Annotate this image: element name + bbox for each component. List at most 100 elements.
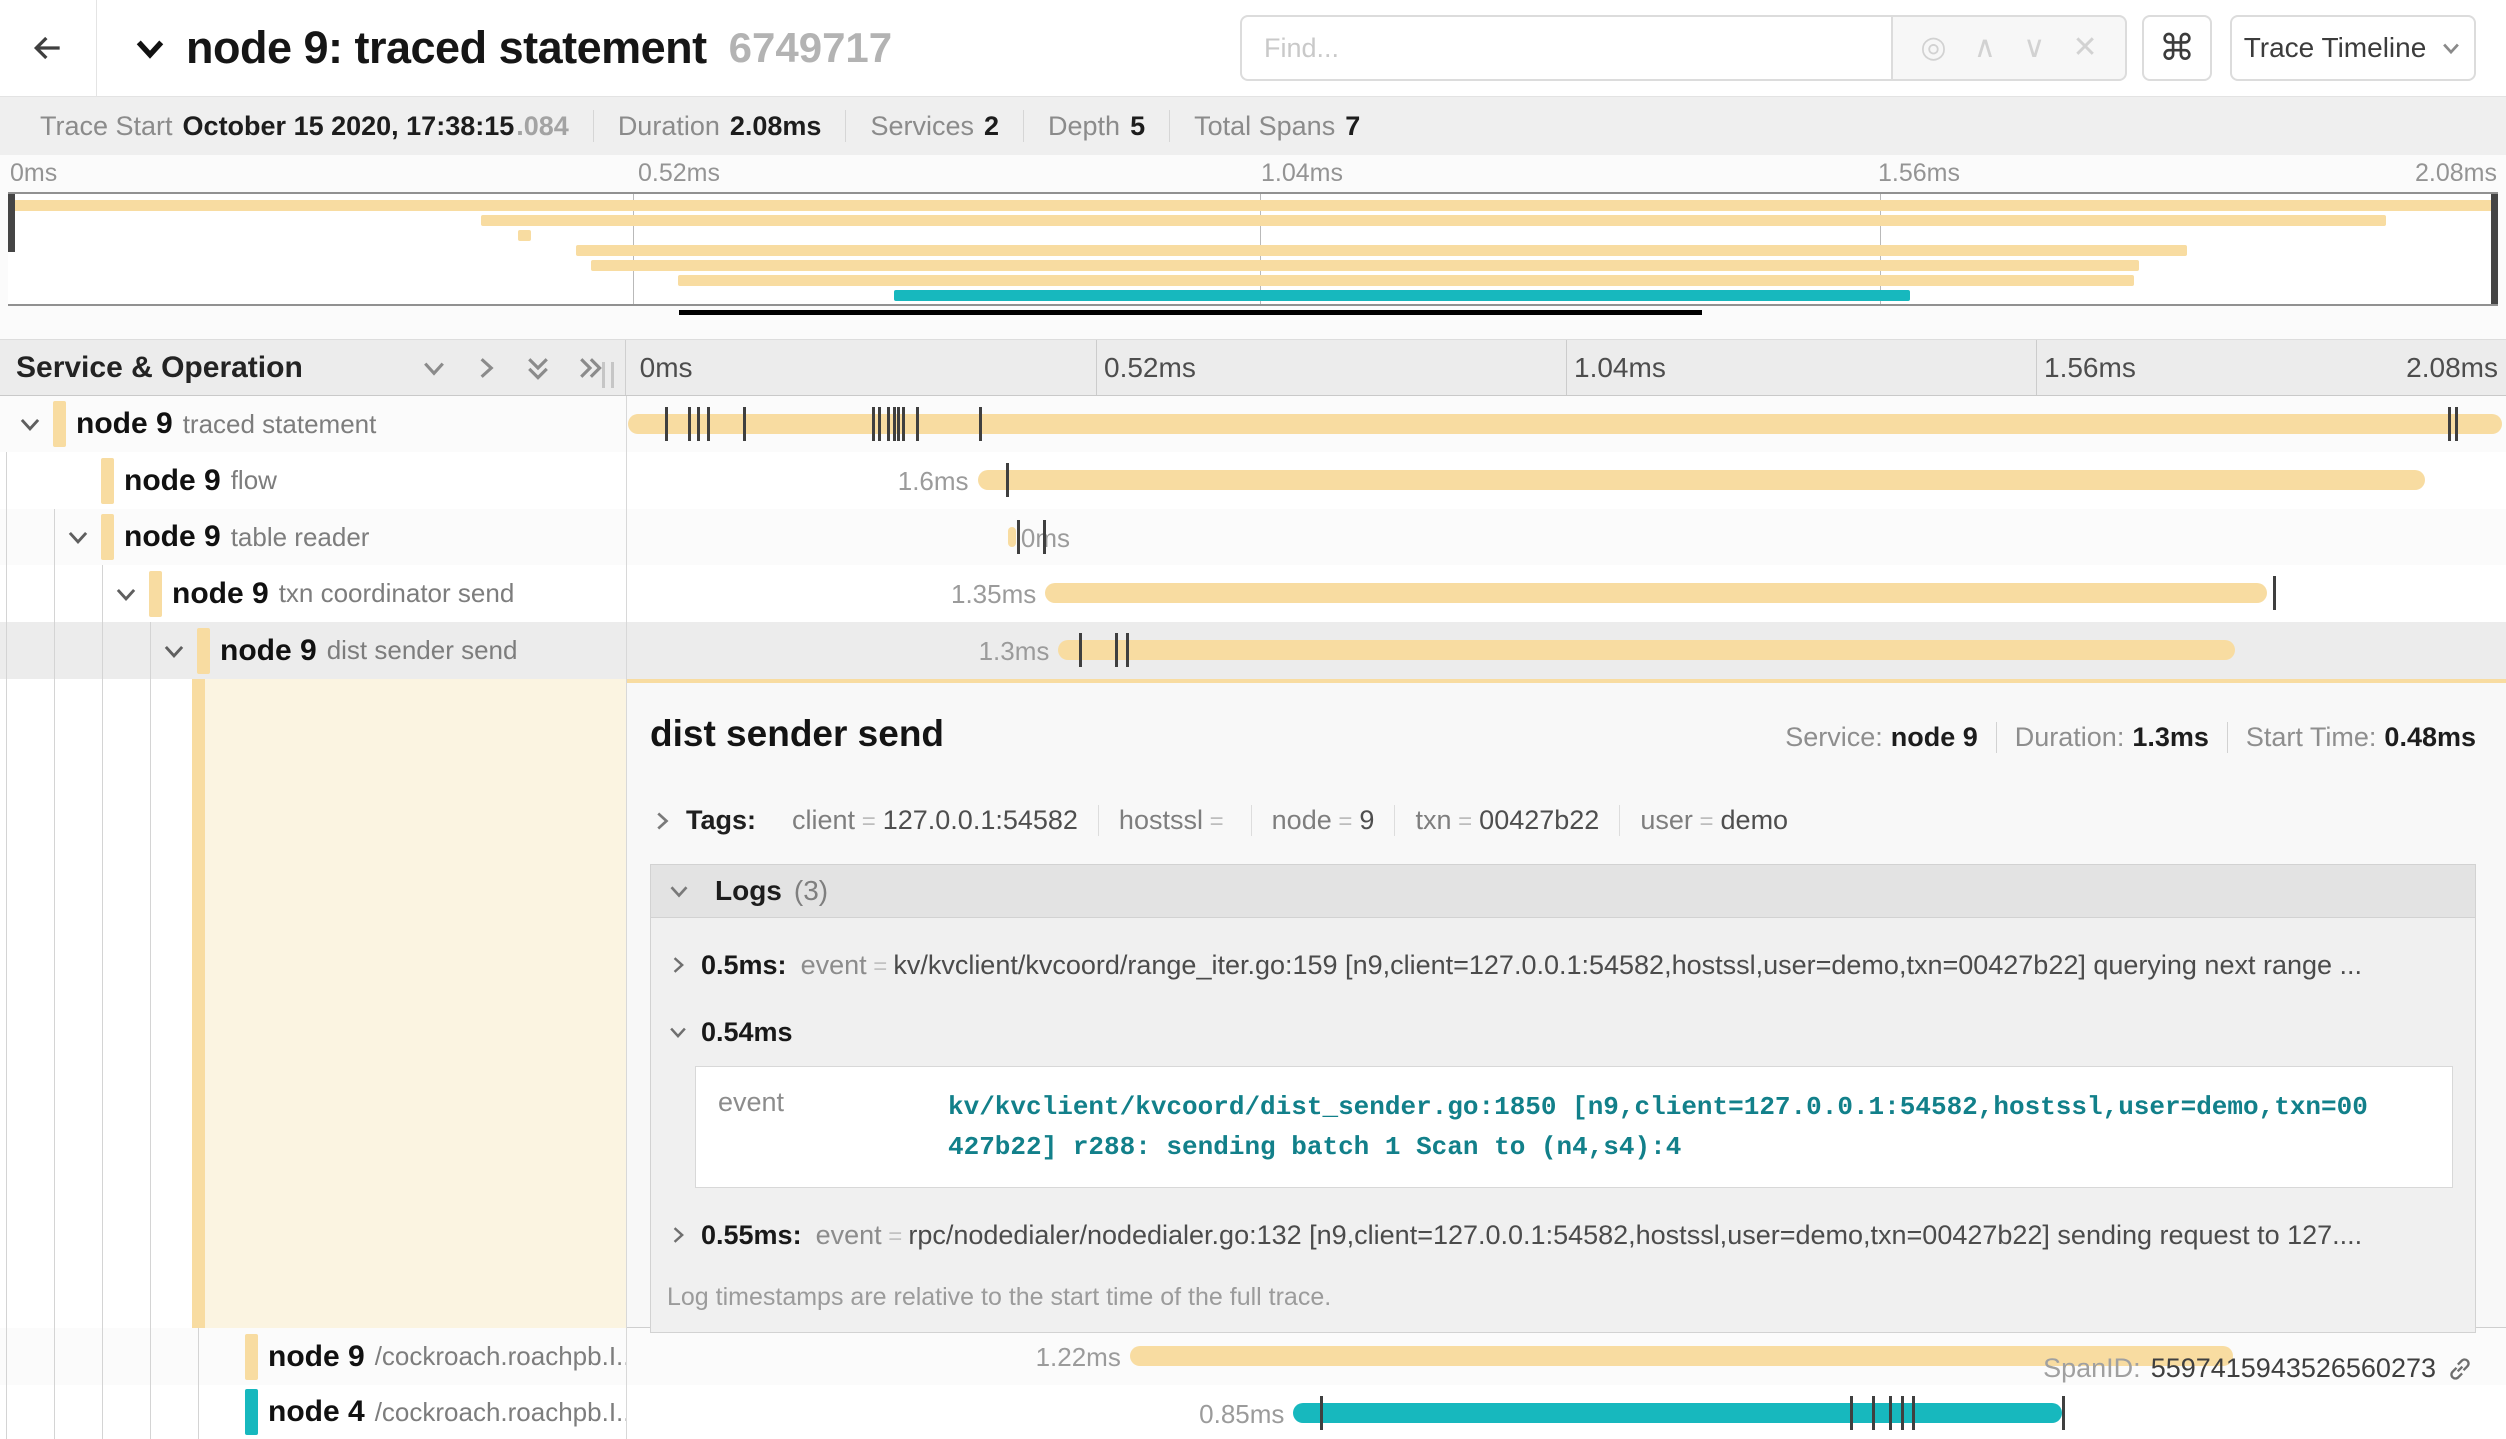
log-marker-tick [902,407,905,441]
span-service: node 9 [220,634,317,668]
log-marker-tick [1912,1396,1915,1430]
span-id-row: SpanID: 5597415943526560273 [650,1353,2476,1384]
tree-header-controls [420,354,604,382]
log-marker-tick [1079,633,1082,667]
minimap-span [8,200,2498,211]
minimap-span [481,215,2386,226]
log-entry-1[interactable]: 0.5ms: event kv/kvclient/kvcoord/range_i… [651,926,2475,987]
minimap-left-drag-handle[interactable] [8,194,15,252]
log-field-value: kv/kvclient/kvcoord/dist_sender.go:1850 … [948,1087,2368,1167]
span-id-label: SpanID: [2043,1353,2141,1384]
span-row-flow[interactable]: node 9 flow 1.6ms [0,452,2506,509]
prev-result-icon[interactable]: ∧ [1974,33,1996,63]
ruler-tick-label: 1.56ms [2036,352,2136,384]
span-bar[interactable] [1058,640,2235,660]
span-service: node 9 [268,1340,365,1374]
minimap-tick-label: 1.04ms [1261,159,1343,188]
chevron-down-icon[interactable] [16,411,43,437]
minimap-span [576,245,2187,256]
indent-guide [54,509,55,1439]
pane-divider[interactable] [626,396,627,1439]
span-service: node 9 [76,407,173,441]
span-detail-title: dist sender send [650,713,944,755]
detail-start-time: Start Time: 0.48ms [2228,722,2476,753]
span-row-traced-statement[interactable]: node 9 traced statement [0,396,2506,452]
keyboard-shortcuts-button[interactable]: ⌘ [2142,15,2212,81]
log-time: 0.5ms: [701,950,787,981]
log-field-key: event [718,1087,948,1167]
span-service: node 9 [172,577,269,611]
log-marker-tick [916,407,919,441]
log-marker-tick [1901,1396,1904,1430]
trace-summary-bar: Trace Start October 15 2020, 17:38:15.08… [0,97,2506,155]
log-marker-tick [2062,1396,2065,1430]
log-marker-tick [878,407,881,441]
trace-minimap: 0ms 0.52ms 1.04ms 1.56ms 2.08ms [0,155,2506,339]
summary-duration: Duration 2.08ms [594,110,847,142]
logs-count: (3) [794,875,828,907]
log-marker-tick [2448,407,2451,441]
expanded-span-color-stripe [192,679,205,1328]
log-marker-tick [1872,1396,1875,1430]
log-summary: kv/kvclient/kvcoord/range_iter.go:159 [n… [893,950,2362,981]
link-icon[interactable] [2446,1355,2474,1383]
minimap-ruler: 0ms 0.52ms 1.04ms 1.56ms 2.08ms [0,157,2506,191]
chevron-right-icon [667,954,689,976]
span-bar[interactable] [1293,1403,2062,1423]
collapse-one-icon[interactable] [420,354,448,382]
span-color-bar [245,1334,258,1380]
chevron-down-icon[interactable] [112,581,139,607]
span-bar[interactable] [1045,583,2267,603]
span-operation: table reader [231,522,370,553]
arrow-left-icon [28,28,68,68]
app-header: node 9: traced statement 6749717 ◎ ∧ ∨ ✕… [0,0,2506,97]
span-row-txn-coordinator-send[interactable]: node 9 txn coordinator send 1.35ms [0,565,2506,622]
detail-duration: Duration: 1.3ms [1997,722,2228,753]
chevron-down-icon [667,1021,689,1043]
log-marker-tick [707,407,710,441]
chevron-down-icon[interactable] [160,638,187,664]
tag-client: client127.0.0.1:54582 [772,805,1099,836]
find-input[interactable] [1240,15,1891,81]
log-marker-tick [893,407,896,441]
minimap-scroll-indicator[interactable] [679,310,1701,315]
logs-header[interactable]: Logs (3) [650,864,2476,918]
clear-search-icon[interactable]: ✕ [2073,33,2098,63]
column-resize-grip[interactable] [602,362,614,388]
summary-trace-start: Trace Start October 15 2020, 17:38:15.08… [16,110,594,142]
log-key: event [816,1220,903,1251]
span-bar[interactable] [628,414,2502,434]
trace-view-selector[interactable]: Trace Timeline [2230,15,2476,81]
span-row-dist-sender-send[interactable]: node 9 dist sender send 1.3ms [0,622,2506,679]
span-color-bar [53,401,66,447]
log-marker-tick [1889,1396,1892,1430]
collapse-all-icon[interactable] [524,354,552,382]
back-button[interactable] [0,0,97,96]
tree-column-header: Service & Operation [0,340,626,395]
span-row-node4-grpc[interactable]: node 4 /cockroach.roachpb.I... 0.85ms [0,1385,2506,1439]
find-result-controls: ◎ ∧ ∨ ✕ [1891,15,2127,81]
minimap-right-drag-handle[interactable] [2491,194,2498,304]
tags-toggle-row[interactable]: Tags: client127.0.0.1:54582 hostssl node… [650,805,2476,836]
collapse-trace-chevron-icon[interactable] [132,30,168,66]
span-row-table-reader[interactable]: node 9 table reader 0ms [0,509,2506,565]
span-color-bar [149,571,162,617]
next-result-icon[interactable]: ∨ [2023,33,2045,63]
timeline-column-header: Service & Operation 0ms [0,339,2506,396]
expand-one-icon[interactable] [472,354,500,382]
logs-list: 0.5ms: event kv/kvclient/kvcoord/range_i… [650,918,2476,1333]
minimap-viewport[interactable] [8,192,2498,306]
span-bar[interactable] [1008,527,1016,547]
span-bar[interactable] [978,470,2426,490]
expand-all-icon[interactable] [576,354,604,382]
locate-icon[interactable]: ◎ [1920,33,1946,63]
chevron-right-icon [650,809,674,833]
log-marker-tick [2273,576,2276,610]
chevron-right-icon [667,1224,689,1246]
log-entry-2[interactable]: 0.54ms [651,987,2475,1054]
indent-guide [198,1328,199,1439]
log-marker-tick [872,407,875,441]
chevron-down-icon[interactable] [64,524,91,550]
log-entry-3[interactable]: 0.55ms: event rpc/nodedialer/nodedialer.… [651,1198,2475,1257]
minimap-span [518,230,530,241]
